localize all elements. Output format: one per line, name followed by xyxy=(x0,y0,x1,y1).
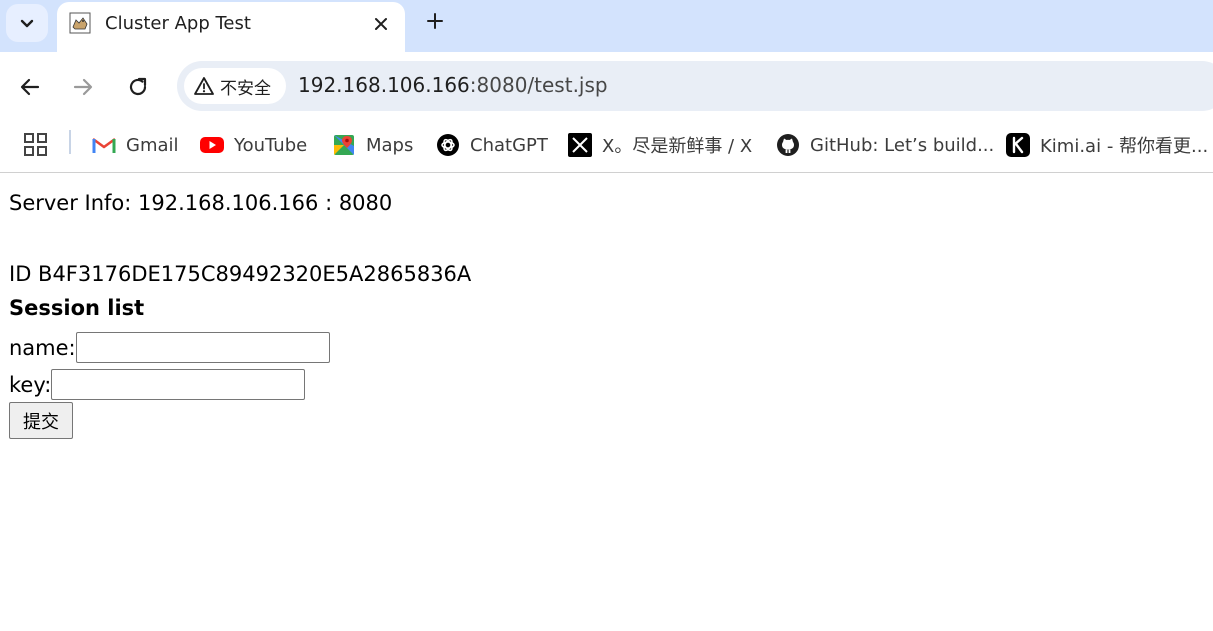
close-icon xyxy=(375,18,387,30)
bookmark-github[interactable]: GitHub: Let’s build... xyxy=(776,123,994,167)
tab-strip: Cluster App Test xyxy=(0,0,1213,52)
tab-title: Cluster App Test xyxy=(105,13,251,34)
session-list-title: Session list xyxy=(9,296,145,320)
session-id: ID B4F3176DE175C89492320E5A2865836A xyxy=(9,262,472,286)
chatgpt-icon xyxy=(436,133,460,157)
bookmark-label: Kimi.ai - 帮你看更... xyxy=(1040,136,1209,157)
bookmark-label: Maps xyxy=(366,134,414,156)
plus-icon xyxy=(427,13,443,29)
gmail-icon xyxy=(92,133,116,157)
bookmark-x[interactable]: X。尽是新鲜事 / X xyxy=(568,123,752,167)
arrow-left-icon xyxy=(20,78,40,96)
bookmark-maps[interactable]: Maps xyxy=(332,123,413,167)
tab-search-button[interactable] xyxy=(6,4,48,42)
url-host: 192.168.106.166 xyxy=(298,73,470,97)
url-text[interactable]: 192.168.106.166:8080/test.jsp xyxy=(298,73,608,97)
apps-grid-icon[interactable] xyxy=(22,131,50,159)
bookmark-label: GitHub: Let’s build... xyxy=(810,134,995,156)
reload-button[interactable] xyxy=(123,72,153,102)
key-input[interactable] xyxy=(51,369,306,400)
bookmark-chatgpt[interactable]: ChatGPT xyxy=(436,123,548,167)
bookmark-label: ChatGPT xyxy=(470,134,548,156)
name-row: name: xyxy=(9,332,330,363)
bookmarks-bar: Gmail YouTube Maps ChatGPT X。尽是新鲜事 / X G… xyxy=(0,120,1213,173)
bookmark-kimi[interactable]: Kimi.ai - 帮你看更... xyxy=(1006,123,1208,167)
youtube-icon xyxy=(200,133,224,157)
active-tab[interactable]: Cluster App Test xyxy=(57,2,405,52)
bookmark-label: X。尽是新鲜事 / X xyxy=(602,136,753,157)
kimi-icon xyxy=(1006,133,1030,157)
name-label: name: xyxy=(9,335,76,360)
tab-close-button[interactable] xyxy=(369,12,393,36)
tomcat-favicon-icon xyxy=(69,12,91,34)
page-content: Server Info: 192.168.106.166 : 8080 ID B… xyxy=(0,173,1213,631)
bookmark-youtube[interactable]: YouTube xyxy=(200,123,307,167)
submit-button[interactable]: 提交 xyxy=(9,402,73,439)
name-input[interactable] xyxy=(75,332,330,363)
warning-icon xyxy=(194,77,214,95)
url-path: :8080/test.jsp xyxy=(469,73,608,97)
bookmark-label: YouTube xyxy=(234,134,308,156)
x-icon xyxy=(568,133,592,157)
forward-button[interactable] xyxy=(68,72,98,102)
key-label: key: xyxy=(9,372,52,397)
bookmark-gmail[interactable]: Gmail xyxy=(92,123,179,167)
maps-icon xyxy=(332,133,356,157)
key-row: key: xyxy=(9,369,306,400)
new-tab-button[interactable] xyxy=(421,7,449,35)
bookmarks-divider xyxy=(69,130,71,154)
back-button[interactable] xyxy=(15,72,45,102)
security-label: 不安全 xyxy=(220,78,271,99)
github-icon xyxy=(776,133,800,157)
reload-icon xyxy=(129,77,147,96)
arrow-right-icon xyxy=(73,78,93,96)
toolbar: 不安全 192.168.106.166:8080/test.jsp xyxy=(0,52,1213,120)
security-chip[interactable]: 不安全 xyxy=(184,68,286,104)
address-bar[interactable]: 不安全 192.168.106.166:8080/test.jsp xyxy=(177,61,1213,111)
bookmark-label: Gmail xyxy=(126,134,179,156)
chevron-down-icon xyxy=(20,19,34,28)
server-info: Server Info: 192.168.106.166 : 8080 xyxy=(9,191,393,215)
